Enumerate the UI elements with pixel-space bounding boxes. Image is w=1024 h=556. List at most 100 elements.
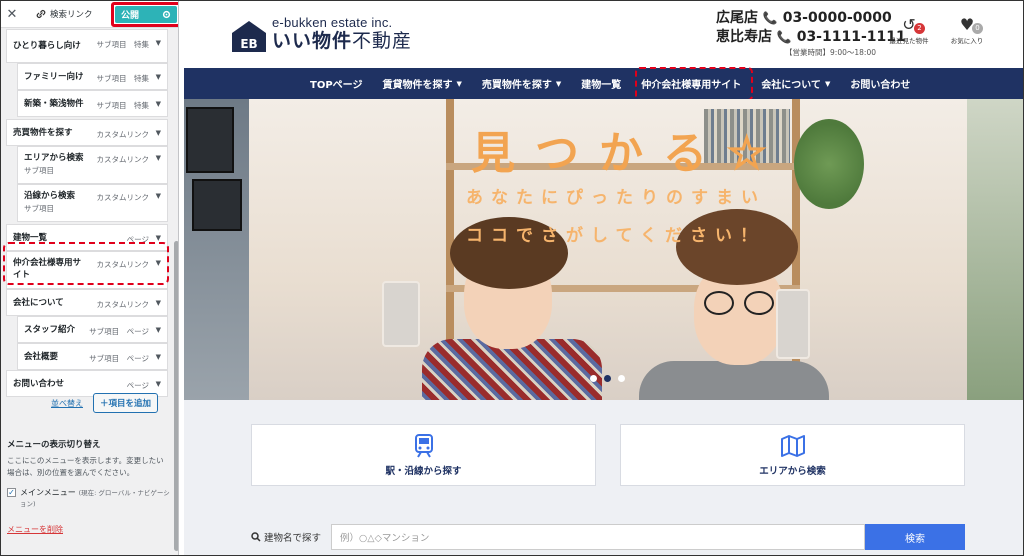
menu-item-type: サブ項目 特集 [96,74,150,83]
station-search-label: 駅・沿線から探す [385,466,462,477]
nav-item-top[interactable]: TOPページ [310,76,362,91]
site-preview: EB e-bukken estate inc. いい物件不動産 広尾店 📞 03… [184,1,1023,555]
history-icon: ↺ [902,15,916,34]
menu-item[interactable]: ひとり暮らし向け サブ項目 特集 ▼ [6,29,168,63]
favorites-button[interactable]: ♥ 0 お気に入り [942,15,992,45]
menu-item[interactable]: エリアから検索 サブ項目 カスタムリンク ▼ [17,146,168,184]
menu-item[interactable]: 建物一覧 ページ ▼ [6,224,168,251]
search-icon [251,532,261,542]
wall-grid-decoration [186,107,234,173]
gear-icon[interactable] [162,10,171,19]
plant-decoration [794,119,864,209]
recently-viewed-button[interactable]: ↺ 2 最近見た物件 [884,15,934,45]
menu-item-title: 売買物件を探す [13,127,73,138]
heart-icon: ♥ [959,15,975,34]
phone-icon: 📞 [762,11,778,25]
nav-item-sale[interactable]: 売買物件を探す ▼ [482,76,562,92]
search-button[interactable]: 検索 [865,524,965,550]
plus-icon: ＋ [100,399,109,409]
chevron-down-icon[interactable]: ▼ [156,299,161,307]
delete-menu-link[interactable]: メニューを削除 [7,524,63,535]
hero-tagline-1: あなたにぴったりのすまい [466,188,766,208]
chevron-down-icon[interactable]: ▼ [156,129,161,137]
menu-item-list: ひとり暮らし向け サブ項目 特集 ▼ ファミリー向け サブ項目 特集 ▼ 新築・… [1,29,173,397]
chevron-down-icon[interactable]: ▼ [156,192,161,200]
hero-tagline-2: ココでさがしてください！ [466,226,765,246]
phone-row[interactable]: 恵比寿店 📞 03-1111-1111 [716,28,906,47]
publish-label: 公開 [121,11,140,21]
main-menu-checkbox[interactable]: ✓ [7,488,16,497]
search-link-button[interactable]: 検索リンク [35,8,93,20]
chevron-down-icon[interactable]: ▼ [156,234,161,242]
chevron-down-icon[interactable]: ▼ [156,154,161,162]
phone-number: 03-0000-0000 [782,10,892,26]
chevron-down-icon[interactable]: ▼ [156,259,161,267]
station-search-card[interactable]: 駅・沿線から探す [251,424,596,486]
logo-title: いい物件不動産 [272,30,412,52]
area-search-card[interactable]: エリアから検索 [620,424,965,486]
menu-item[interactable]: スタッフ紹介 サブ項目 ページ ▼ [17,316,168,343]
menu-item[interactable]: 会社概要 サブ項目 ページ ▼ [17,343,168,370]
menu-item[interactable]: 沿線から検索 サブ項目 カスタムリンク ▼ [17,184,168,222]
building-search-bar: 建物名で探す 例）○△◇マンション 検索 [251,524,965,550]
glasses-decoration [704,291,734,315]
scrollbar-thumb[interactable] [174,241,178,551]
store-name: 恵比寿店 [716,29,772,45]
search-cards: 駅・沿線から探す エリアから検索 [251,424,965,486]
chevron-down-icon[interactable]: ▼ [156,73,161,81]
add-item-button[interactable]: ＋項目を追加 [93,393,159,413]
recent-label: 最近見た物件 [889,37,929,45]
main-menu-option[interactable]: ✓ メインメニュー (現在: グローバル・ナビゲーション) [7,487,170,509]
chevron-down-icon[interactable]: ▼ [156,39,161,47]
chevron-down-icon: ▼ [824,79,831,88]
publish-button[interactable]: 公開 [115,6,177,23]
screenshot-frame: ✕ 検索リンク 公開 ひとり暮らし向け サブ項目 特集 ▼ ファミリー向け サブ… [0,0,1024,556]
menu-item[interactable]: 新築・築浅物件 サブ項目 特集 ▼ [17,90,168,117]
slider-dot[interactable] [618,375,625,382]
building-search-label: 建物名で探す [264,533,322,544]
house-logo-icon: EB [232,19,266,52]
panel-scrollbar[interactable] [173,29,178,555]
nav-item-company[interactable]: 会社について ▼ [761,76,831,92]
star-icon: ☆ [726,127,787,180]
menu-item-type: カスタムリンク [96,193,150,202]
phone-row[interactable]: 広尾店 📞 03-0000-0000 [716,9,892,28]
business-hours: 【営業時間】9:00〜18:00 [785,48,876,57]
chevron-down-icon: ▼ [555,79,562,88]
smartphone-image [382,281,420,347]
nav-item-buildings[interactable]: 建物一覧 [581,76,621,91]
chevron-down-icon[interactable]: ▼ [156,380,161,388]
favorite-count-badge: 0 [972,23,983,34]
search-link-label: 検索リンク [50,10,93,20]
nav-item-rent[interactable]: 賃貸物件を探す ▼ [382,76,461,92]
nav-label: TOPページ [310,80,363,91]
menu-item-title: お問い合わせ [13,378,65,389]
menu-item-type: ページ [126,235,149,244]
menu-item[interactable]: 売買物件を探す カスタムリンク ▼ [6,119,168,146]
nav-item-contact[interactable]: お問い合わせ [850,76,910,91]
menu-item-title: 会社について [13,297,64,308]
menu-item[interactable]: 会社について カスタムリンク ▼ [6,289,168,316]
chevron-down-icon[interactable]: ▼ [156,326,161,334]
menu-item-title: ファミリー向け [24,71,84,82]
wall-grid-decoration [192,179,242,231]
site-logo[interactable]: EB e-bukken estate inc. いい物件不動産 [232,15,412,52]
chevron-down-icon[interactable]: ▼ [156,353,161,361]
reorder-link[interactable]: 並べ替え [51,398,83,409]
area-search-label: エリアから検索 [759,466,826,477]
panel-header: ✕ 検索リンク 公開 [1,1,178,28]
menu-item[interactable]: ファミリー向け サブ項目 特集 ▼ [17,63,168,90]
display-section-title: メニューの表示切り替え [7,440,101,450]
hero-title: 見つかる☆ [471,117,786,181]
nav-item-broker-site[interactable]: 仲介会社様専用サイト [641,76,741,91]
slider-dot-active[interactable] [604,375,611,382]
building-search-input[interactable]: 例）○△◇マンション [331,524,865,550]
chevron-down-icon[interactable]: ▼ [156,100,161,108]
menu-actions: 並べ替え ＋項目を追加 [51,393,159,413]
logo-text: e-bukken estate inc. いい物件不動産 [272,15,412,52]
close-icon[interactable]: ✕ [1,7,23,22]
hero-slider[interactable]: 見つかる☆ あなたにぴったりのすまい ココでさがしてください！ [184,99,1023,400]
global-navigation: TOPページ 賃貸物件を探す ▼ 売買物件を探す ▼ 建物一覧 仲介会社様専用サイト… [184,68,1023,99]
menu-item-broker-site[interactable]: 仲介会社様専用サイト カスタムリンク ▼ [6,251,168,289]
slider-dot[interactable] [590,375,597,382]
